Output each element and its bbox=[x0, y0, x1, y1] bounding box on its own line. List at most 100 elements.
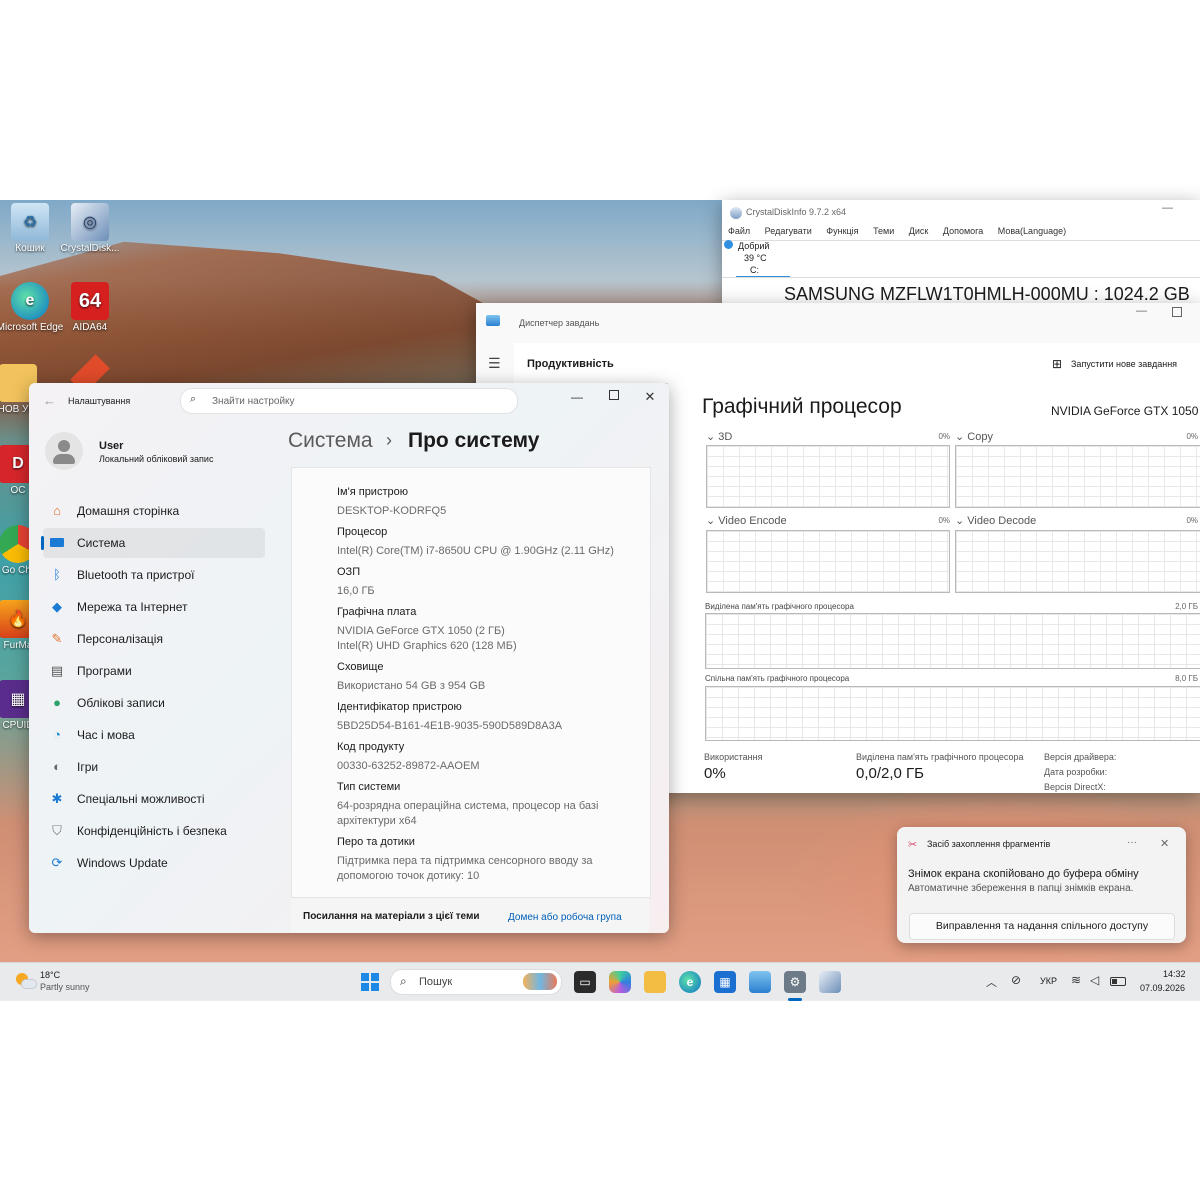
run-new-task-button[interactable]: Запустити нове завдання bbox=[1071, 359, 1177, 369]
nav-item-windows-update[interactable]: ⟳ Windows Update bbox=[43, 848, 265, 878]
microsoft-store-icon[interactable]: ▦ bbox=[714, 971, 736, 993]
desktop-icon-aida64[interactable]: 64 AIDA64 bbox=[55, 282, 125, 333]
nav-label: Ігри bbox=[77, 760, 99, 774]
search-box[interactable]: ⌕ Знайти настройку bbox=[180, 388, 518, 414]
graph-label-3d[interactable]: ⌄ 3D bbox=[706, 430, 732, 443]
clock-date[interactable]: 07.09.2026 bbox=[1140, 983, 1185, 993]
nav-item-bluetooth[interactable]: ᛒ Bluetooth та пристрої bbox=[43, 560, 265, 590]
drive-letter-tab[interactable]: C: bbox=[750, 265, 759, 275]
weather-temperature[interactable]: 18°C bbox=[40, 970, 60, 980]
bluetooth-icon: ᛒ bbox=[53, 567, 61, 582]
home-icon: ⌂ bbox=[53, 503, 61, 518]
menu-item-themes[interactable]: Теми bbox=[873, 226, 894, 236]
back-arrow-icon[interactable]: ← bbox=[43, 393, 56, 408]
hamburger-menu-icon[interactable]: ☰ bbox=[488, 355, 501, 372]
nav-item-system[interactable]: Система bbox=[41, 528, 265, 558]
search-icon: ⌕ bbox=[190, 393, 197, 405]
close-notification-button[interactable]: ✕ bbox=[1160, 837, 1169, 850]
spec-value-graphics: NVIDIA GeForce GTX 1050 (2 ГБ) bbox=[337, 625, 505, 637]
file-explorer-icon[interactable] bbox=[644, 971, 666, 993]
shared-memory-label: Спільна пам'ять графічного процесора bbox=[705, 674, 850, 683]
personalization-icon: ✎ bbox=[51, 631, 63, 646]
breadcrumb-parent[interactable]: Система bbox=[288, 429, 373, 453]
task-view-icon[interactable]: ▭ bbox=[574, 971, 596, 993]
dedicated-memory-label: Виділена пам'ять графічного процесора bbox=[705, 602, 854, 611]
search-input[interactable]: Пошук bbox=[419, 976, 452, 988]
nav-label: Персоналізація bbox=[77, 632, 163, 646]
battery-icon[interactable] bbox=[1110, 977, 1126, 986]
spec-label-storage: Сховище bbox=[337, 661, 384, 673]
crystaldiskinfo-window: CrystalDiskInfo 9.7.2 x64 — Файл Редагув… bbox=[722, 200, 1200, 305]
input-language[interactable]: УКР bbox=[1040, 976, 1057, 986]
sync-off-icon[interactable]: ⊘ bbox=[1011, 973, 1021, 987]
spec-value-pen-touch: Підтримка пера та підтримка сенсорного в… bbox=[337, 855, 593, 882]
menu-item-language[interactable]: Мова(Language) bbox=[998, 226, 1066, 236]
minimize-button[interactable]: — bbox=[1162, 202, 1173, 214]
spec-label-processor: Процесор bbox=[337, 526, 388, 538]
graph-label-video-encode[interactable]: ⌄ Video Encode bbox=[706, 514, 787, 527]
graph-label-video-decode[interactable]: ⌄ Video Decode bbox=[955, 514, 1036, 527]
weather-icon[interactable] bbox=[16, 973, 37, 989]
minimize-button[interactable]: — bbox=[559, 383, 595, 411]
window-title: Диспетчер завдань bbox=[519, 318, 600, 328]
menu-item-disk[interactable]: Диск bbox=[909, 226, 929, 236]
weather-description[interactable]: Partly sunny bbox=[40, 982, 90, 992]
nav-item-privacy[interactable]: ⛉ Конфіденційність і безпека bbox=[43, 816, 265, 846]
crystaldisk-icon[interactable] bbox=[819, 971, 841, 993]
spec-label-system-type: Тип системи bbox=[337, 781, 401, 793]
domain-workgroup-link[interactable]: Домен або робоча група bbox=[508, 912, 622, 923]
nav-item-gaming[interactable]: ◐ Ігри bbox=[43, 752, 265, 782]
volume-icon[interactable]: ◁ bbox=[1090, 973, 1099, 987]
avatar[interactable] bbox=[45, 432, 83, 470]
health-status: Добрий bbox=[738, 241, 770, 251]
gaming-icon: ◐ bbox=[53, 759, 61, 774]
start-button[interactable] bbox=[361, 973, 379, 991]
settings-gear-icon[interactable]: ⚙ bbox=[784, 971, 806, 993]
notification-body: Автоматичне збереження в папці знімків е… bbox=[908, 883, 1134, 894]
spec-label-pen-touch: Перо та дотики bbox=[337, 836, 415, 848]
nav-label: Windows Update bbox=[77, 856, 168, 870]
clock-time[interactable]: 14:32 bbox=[1163, 969, 1186, 979]
nav-item-personalization[interactable]: ✎ Персоналізація bbox=[43, 624, 265, 654]
nav-item-accessibility[interactable]: ✱ Спеціальні можливості bbox=[43, 784, 265, 814]
window-title: CrystalDiskInfo 9.7.2 x64 bbox=[746, 207, 847, 217]
desktop-icon-label: Кошик bbox=[15, 243, 45, 254]
dedicated-memory-max: 2,0 ГБ bbox=[1175, 602, 1198, 611]
search-input[interactable]: Знайти настройку bbox=[212, 396, 295, 407]
nav-item-accounts[interactable]: ● Облікові записи bbox=[43, 688, 265, 718]
copilot-icon[interactable] bbox=[609, 971, 631, 993]
menu-item-function[interactable]: Функція bbox=[826, 226, 858, 236]
menu-item-help[interactable]: Допомога bbox=[943, 226, 983, 236]
desktop-icon-label: ОС bbox=[10, 485, 26, 496]
graph-label-copy[interactable]: ⌄ Copy bbox=[955, 430, 993, 443]
menu-item-file[interactable]: Файл bbox=[728, 226, 750, 236]
nav-label: Мережа та Інтернет bbox=[77, 600, 188, 614]
nav-item-apps[interactable]: ▤ Програми bbox=[43, 656, 265, 686]
desktop-icon-crystaldisk[interactable]: ◎ CrystalDisk... bbox=[55, 203, 125, 254]
maximize-button[interactable] bbox=[609, 390, 619, 400]
more-options-button[interactable]: ··· bbox=[1127, 837, 1137, 848]
crystaldisk-icon bbox=[730, 207, 742, 219]
close-button[interactable]: ✕ bbox=[632, 383, 668, 411]
accessibility-icon: ✱ bbox=[51, 791, 63, 806]
graph-pct-video-decode: 0% bbox=[1186, 516, 1198, 525]
spec-value-processor: Intel(R) Core(TM) i7-8650U CPU @ 1.90GHz… bbox=[337, 545, 614, 557]
wifi-icon[interactable]: ≋ bbox=[1071, 973, 1081, 987]
search-icon: ⌕ bbox=[400, 974, 407, 988]
notification-title: Знімок екрана скопійовано до буфера обмі… bbox=[908, 868, 1139, 880]
edit-and-share-button[interactable]: Виправлення та надання спільного доступу bbox=[909, 913, 1175, 940]
nav-item-home[interactable]: ⌂ Домашня сторінка bbox=[43, 496, 265, 526]
taskbar-search[interactable]: ⌕ Пошук bbox=[390, 969, 562, 995]
nav-item-network[interactable]: ◆ Мережа та Інтернет bbox=[43, 592, 265, 622]
edge-icon[interactable]: e bbox=[679, 971, 701, 993]
task-manager-icon[interactable] bbox=[749, 971, 771, 993]
spec-value-storage: Використано 54 GB з 954 GB bbox=[337, 680, 486, 692]
new-task-icon: ⊞ bbox=[1052, 357, 1063, 371]
recycle-bin-icon: ♻ bbox=[11, 203, 49, 241]
maximize-button[interactable] bbox=[1172, 307, 1182, 317]
gpu-name: NVIDIA GeForce GTX 1050 bbox=[1051, 404, 1199, 418]
show-hidden-icons-button[interactable]: ︿ bbox=[986, 974, 997, 990]
minimize-button[interactable]: — bbox=[1136, 305, 1147, 317]
nav-item-time-language[interactable]: ◔ Час і мова bbox=[43, 720, 265, 750]
menu-item-edit[interactable]: Редагувати bbox=[765, 226, 812, 236]
